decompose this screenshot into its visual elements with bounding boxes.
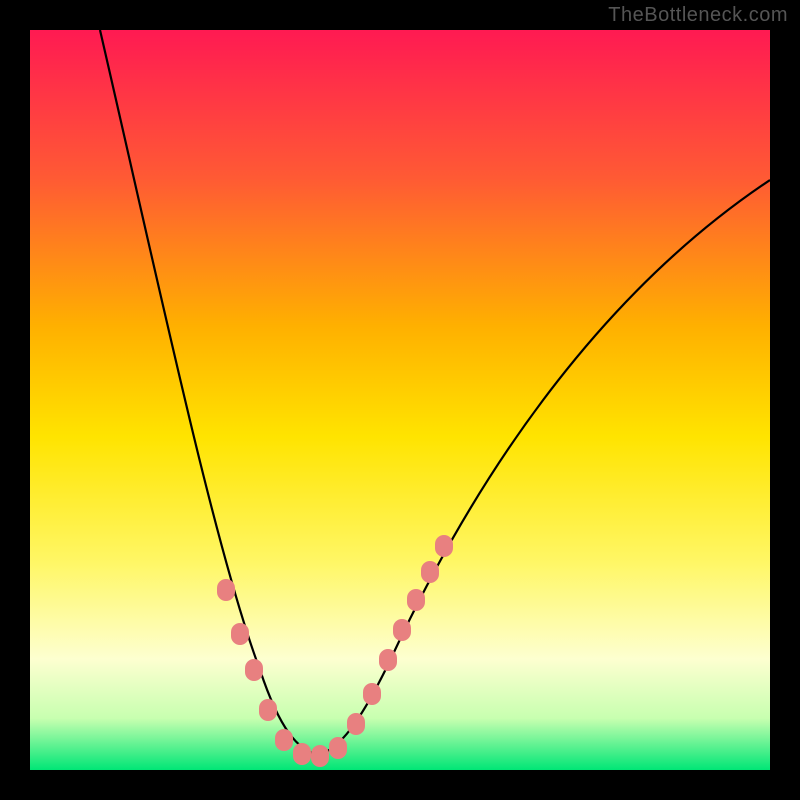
marker-point (245, 659, 263, 681)
marker-point (231, 623, 249, 645)
marker-point (421, 561, 439, 583)
marker-point (407, 589, 425, 611)
attribution-label: TheBottleneck.com (608, 4, 788, 27)
marker-point (311, 745, 329, 767)
marker-point (379, 649, 397, 671)
marker-point (393, 619, 411, 641)
marker-point (435, 535, 453, 557)
gradient-background (30, 30, 770, 770)
marker-point (329, 737, 347, 759)
marker-point (293, 743, 311, 765)
marker-point (275, 729, 293, 751)
marker-point (347, 713, 365, 735)
bottleneck-chart (30, 30, 770, 770)
marker-point (259, 699, 277, 721)
plot-frame: TheBottleneck.com (0, 0, 800, 800)
marker-point (217, 579, 235, 601)
marker-point (363, 683, 381, 705)
